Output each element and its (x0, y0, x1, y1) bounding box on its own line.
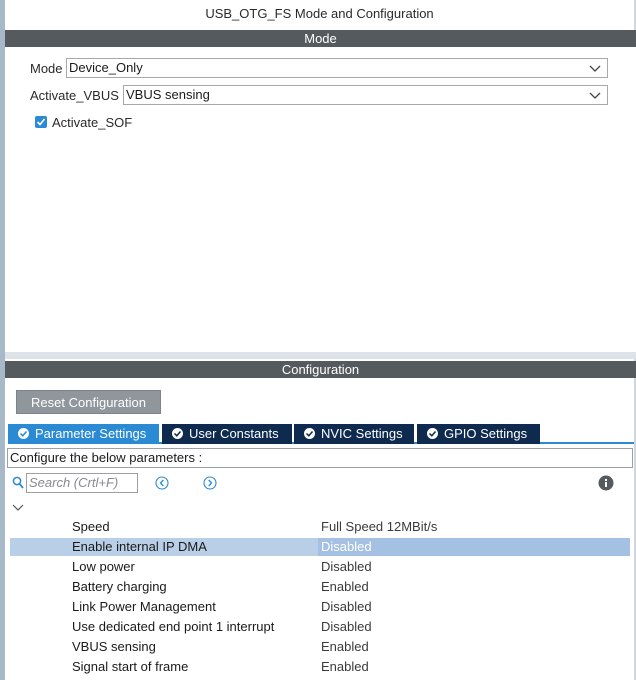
param-name: Use dedicated end point 1 interrupt (72, 619, 275, 634)
param-row-dedicated-ep1-interrupt[interactable]: Use dedicated end point 1 interrupt Disa… (10, 618, 630, 636)
check-circle-icon (304, 428, 315, 439)
info-icon[interactable] (598, 475, 614, 491)
param-value: Enabled (321, 579, 369, 594)
check-icon (36, 118, 46, 126)
config-tabbar: Parameter Settings User Constants NVIC S… (8, 424, 634, 444)
param-value: Enabled (321, 659, 369, 674)
param-name: VBUS sensing (72, 639, 156, 654)
tab-label: Parameter Settings (35, 426, 147, 441)
param-row-enable-internal-ip-dma[interactable]: Enable internal IP DMA Disabled (10, 538, 630, 556)
param-name: Link Power Management (72, 599, 216, 614)
activate-sof-checkbox[interactable] (35, 116, 47, 128)
tab-parameter-settings[interactable]: Parameter Settings (8, 424, 159, 444)
usb-otg-fs-config-window: USB_OTG_FS Mode and Configuration Mode M… (0, 0, 636, 680)
param-name: Battery charging (72, 579, 167, 594)
mode-panel: Mode Device_Only Activate_VBUS VBUS sens… (5, 47, 636, 352)
param-name: Enable internal IP DMA (72, 539, 207, 554)
param-row-battery-charging[interactable]: Battery charging Enabled (10, 578, 630, 596)
check-circle-icon (427, 428, 438, 439)
panel-divider[interactable] (5, 352, 636, 359)
chevron-down-icon (589, 92, 601, 99)
search-icon (12, 476, 24, 489)
tab-label: GPIO Settings (444, 426, 528, 441)
param-row-speed[interactable]: Speed Full Speed 12MBit/s (10, 518, 630, 536)
param-name: Speed (72, 519, 110, 534)
param-value: Enabled (321, 639, 369, 654)
window-title: USB_OTG_FS Mode and Configuration (205, 6, 434, 21)
mode-section-header: Mode (5, 30, 636, 47)
activate-vbus-value: VBUS sensing (126, 87, 210, 102)
param-name: Low power (72, 559, 135, 574)
chevron-down-icon (589, 65, 601, 72)
param-value: Full Speed 12MBit/s (321, 519, 438, 534)
check-circle-icon (172, 428, 183, 439)
param-value: Disabled (321, 559, 372, 574)
param-row-signal-start-of-frame[interactable]: Signal start of frame Enabled (10, 658, 630, 676)
param-value: Disabled (321, 619, 372, 634)
mode-select[interactable]: Device_Only (66, 58, 608, 78)
tab-gpio-settings[interactable]: GPIO Settings (417, 424, 540, 444)
param-row-low-power[interactable]: Low power Disabled (10, 558, 630, 576)
param-value: Disabled (321, 599, 372, 614)
check-circle-icon (18, 428, 29, 439)
activate-sof-label: Activate_SOF (52, 115, 133, 130)
param-row-vbus-sensing[interactable]: VBUS sensing Enabled (10, 638, 630, 656)
tab-nvic-settings[interactable]: NVIC Settings (294, 424, 414, 444)
configuration-section-header: Configuration (5, 361, 636, 378)
param-name: Signal start of frame (72, 659, 189, 674)
reset-configuration-button[interactable]: Reset Configuration (16, 390, 161, 414)
search-input[interactable]: Search (Crtl+F) (26, 473, 138, 493)
configure-instruction: Configure the below parameters : (7, 448, 633, 468)
param-value: Disabled (321, 539, 372, 554)
activate-vbus-select[interactable]: VBUS sensing (123, 85, 608, 105)
tab-label: User Constants (189, 426, 279, 441)
tab-user-constants[interactable]: User Constants (162, 424, 292, 444)
param-row-link-power-management[interactable]: Link Power Management Disabled (10, 598, 630, 616)
chevron-down-icon[interactable] (12, 502, 24, 512)
activate-vbus-label: Activate_VBUS (30, 88, 119, 103)
previous-match-icon[interactable] (155, 476, 169, 490)
tab-label: NVIC Settings (321, 426, 403, 441)
mode-select-value: Device_Only (69, 60, 143, 75)
mode-label: Mode (30, 61, 63, 76)
next-match-icon[interactable] (203, 476, 217, 490)
